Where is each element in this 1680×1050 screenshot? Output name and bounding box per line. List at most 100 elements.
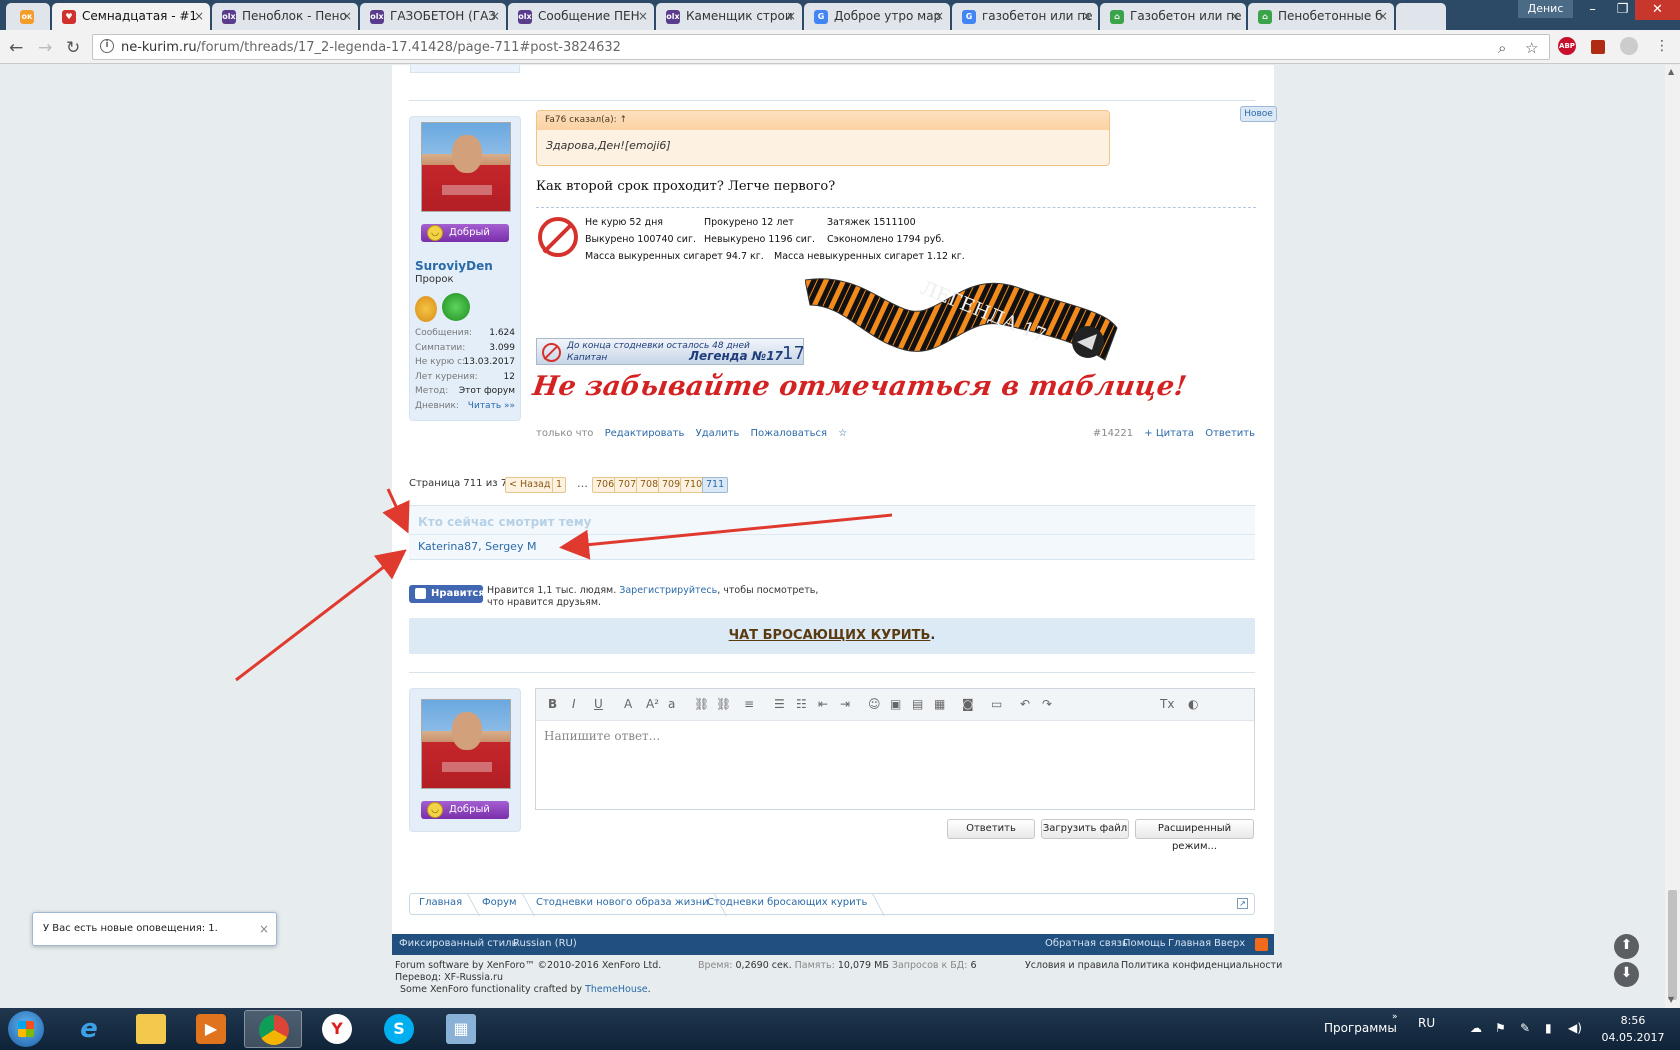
tab-3[interactable]: olx ГАЗОБЕТОН (ГАЗ × [360,3,506,30]
font-size-icon[interactable]: A² [646,697,659,711]
medal-icon[interactable] [415,296,437,322]
taskbar-yandex[interactable]: Y [308,1010,366,1048]
remove-format-icon[interactable]: Tx [1160,697,1174,711]
info-icon[interactable]: i [100,39,114,53]
close-tab-icon[interactable]: × [934,9,944,23]
close-window-icon[interactable]: ✕ [1635,0,1680,20]
quote-link[interactable]: + Цитата [1144,428,1194,439]
taskbar-ie[interactable]: e [60,1010,118,1048]
prev-page-button[interactable]: < Назад [505,477,555,493]
crumb-marathons[interactable]: Стодневки нового образа жизни [536,897,723,908]
crumb-home[interactable]: Главная [419,897,476,908]
taskbar-explorer[interactable] [122,1010,180,1048]
footer-home[interactable]: Главная [1168,938,1211,949]
numbered-list-icon[interactable]: ☷ [796,697,807,711]
save-draft-icon[interactable]: ▭ [991,697,1002,711]
footer-help[interactable]: Помощь [1123,938,1166,949]
extension-gray-icon[interactable] [1620,37,1638,55]
align-icon[interactable]: ≡ [744,697,754,711]
edit-link[interactable]: Редактировать [605,428,685,439]
advanced-mode-button[interactable]: Расширенный режим... [1135,819,1254,852]
close-icon[interactable]: × [259,922,269,936]
tab-8[interactable]: ⌂ Газобетон или пе × [1100,3,1246,30]
alerts-notification[interactable]: У Вас есть новые оповещения: 1. × [32,912,277,946]
reply-link[interactable]: Ответить [1205,428,1255,439]
toolbar-expand-icon[interactable]: » [1392,1012,1398,1022]
scrollbar[interactable]: ▲ ▼ [1665,65,1680,1008]
language-indicator[interactable]: RU [1418,1016,1435,1030]
tray-icon-1[interactable]: ☁ [1470,1021,1482,1035]
outdent-icon[interactable]: ⇤ [818,697,828,711]
unlink-icon[interactable]: ⛓ [716,697,731,711]
reload-icon[interactable]: ↻ [66,38,80,58]
crumb-quit-marathons[interactable]: Стодневки бросающих курить [707,897,881,908]
close-tab-icon[interactable]: × [638,9,648,23]
tab-7[interactable]: G газобетон или пе × [952,3,1098,30]
taskbar-skype[interactable]: S [370,1010,428,1048]
register-link[interactable]: Зарегистрируйтесь [619,585,717,596]
report-link[interactable]: Пожаловаться [751,428,828,439]
camera-icon[interactable]: ◙ [962,697,974,711]
tab-5[interactable]: olx Каменщик строи × [656,3,802,30]
close-tab-icon[interactable]: × [1378,9,1388,23]
quote-author[interactable]: Fa76 сказал(а): ↑ [537,111,1109,130]
menu-icon[interactable]: ⋮ [1655,38,1669,54]
undo-icon[interactable]: ↶ [1020,697,1030,711]
smilies-icon[interactable]: ☺ [868,697,881,711]
viewer-names[interactable]: Katerina87, Sergey M [418,540,536,553]
close-tab-icon[interactable]: × [786,9,796,23]
page-link[interactable]: 1 [552,477,567,493]
jump-to-icon[interactable]: ↗ [1237,898,1248,909]
marathon-banner[interactable]: До конца стодневки осталось 48 дней Капи… [536,338,804,365]
new-tab-button[interactable] [1396,3,1446,30]
profile-name[interactable]: Денис [1518,0,1573,18]
mood-badge[interactable]: ◡ Добрый [421,801,509,819]
themehouse-link[interactable]: ThemeHouse [585,984,648,995]
close-tab-icon[interactable]: × [490,9,500,23]
tab-4[interactable]: olx Сообщение ПЕН × [508,3,654,30]
current-page[interactable]: 711 [702,477,729,493]
toggle-bbcode-icon[interactable]: ◐ [1188,697,1198,711]
close-tab-icon[interactable]: × [1230,9,1240,23]
username[interactable]: SuroviyDen [415,259,493,273]
extension-icon[interactable] [1591,40,1605,54]
delete-link[interactable]: Удалить [696,428,740,439]
scroll-up-icon[interactable]: ▲ [1668,67,1674,76]
redo-icon[interactable]: ↷ [1042,697,1052,711]
footer-top[interactable]: Вверх [1214,938,1245,949]
new-badge[interactable]: Новое [1240,106,1277,122]
terms-link[interactable]: Условия и правила [1025,960,1119,971]
mood-badge[interactable]: ◡ Добрый [421,224,509,242]
forward-icon[interactable]: → [38,38,52,58]
taskbar-chrome[interactable] [244,1010,302,1048]
start-button[interactable] [8,1011,44,1047]
tab-0[interactable]: ок [6,3,50,30]
link-icon[interactable]: ⛓ [694,697,709,711]
rss-icon[interactable] [1255,938,1268,951]
image-icon[interactable]: ▣ [890,697,901,711]
reply-placeholder[interactable]: Напишите ответ... [544,729,660,743]
taskbar-media[interactable]: ▶ [182,1010,240,1048]
language-chooser[interactable]: Russian (RU) [513,938,577,949]
close-tab-icon[interactable]: × [342,9,352,23]
upload-file-button[interactable]: Загрузить файл [1041,819,1129,839]
url-text[interactable]: ne-kurim.ru/forum/threads/17_2-legenda-1… [121,40,621,55]
tab-9[interactable]: ⌂ Пенобетонные б × [1248,3,1394,30]
post-time[interactable]: только что [536,428,593,439]
bookmark-star-icon[interactable]: ☆ [838,428,847,439]
italic-icon[interactable]: I [572,697,576,711]
privacy-link[interactable]: Политика конфиденциальности [1121,960,1282,971]
tab-2[interactable]: olx Пеноблок - Пено × [212,3,358,30]
scroll-top-icon[interactable]: ⬆ [1614,934,1639,959]
reply-button[interactable]: Ответить [947,819,1035,839]
taskbar-calculator[interactable]: ▦ [432,1010,490,1048]
zoom-icon[interactable]: ⌕ [1498,39,1506,57]
arrow-up-award-icon[interactable] [442,293,470,321]
network-icon[interactable]: ▮ [1545,1021,1552,1035]
scroll-bottom-icon[interactable]: ⬇ [1614,962,1639,987]
post-number[interactable]: #14221 [1093,428,1133,439]
scroll-down-icon[interactable]: ▼ [1668,995,1674,1004]
font-color-icon[interactable]: A [624,697,632,711]
close-tab-icon[interactable]: × [194,9,204,23]
style-chooser[interactable]: Фиксированный стиль [399,938,517,949]
